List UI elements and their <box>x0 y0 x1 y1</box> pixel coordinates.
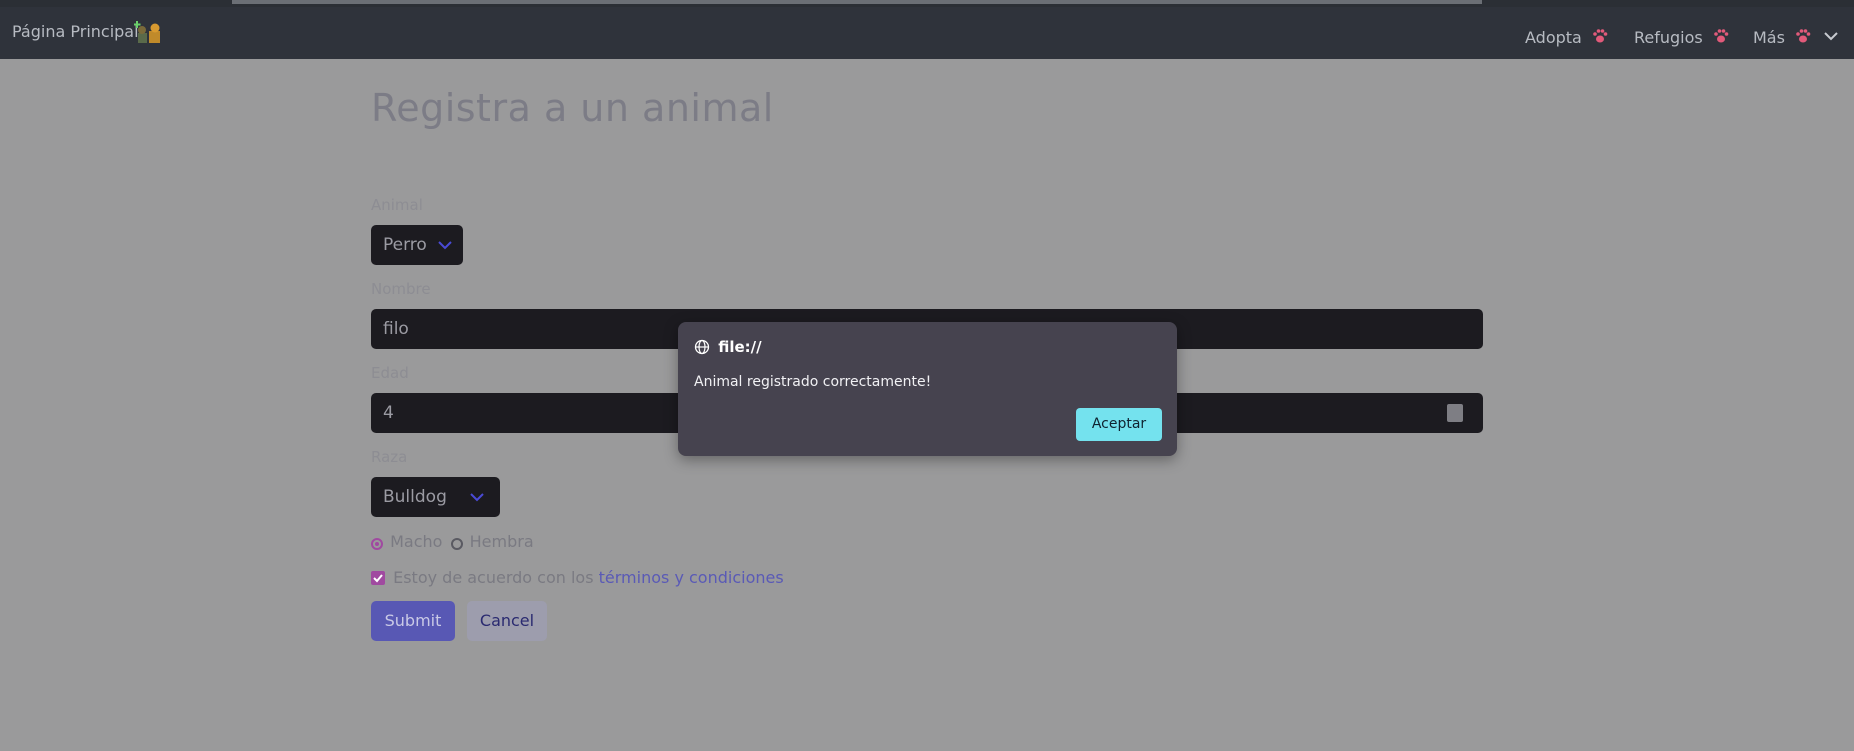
check-icon <box>373 574 383 583</box>
brand-link[interactable]: Página Principal <box>12 22 139 41</box>
dialog-origin: file:// <box>718 338 762 356</box>
nav-adopta-label: Adopta <box>1525 28 1582 47</box>
nav-mas[interactable]: Más <box>1753 27 1812 47</box>
raza-select[interactable]: Bulldog <box>371 477 500 517</box>
alert-dialog: file:// Animal registrado correctamente!… <box>678 322 1177 456</box>
chevron-down-icon <box>470 493 484 502</box>
paw-icon <box>1593 29 1608 43</box>
submit-button[interactable]: Submit <box>371 601 455 641</box>
terms-checkbox[interactable] <box>371 571 385 585</box>
animal-label: Animal <box>371 196 423 214</box>
nav-adopta[interactable]: Adopta <box>1525 27 1609 47</box>
edad-value: 4 <box>383 403 394 423</box>
chevron-down-icon <box>438 241 452 250</box>
nav-refugios[interactable]: Refugios <box>1634 27 1730 47</box>
nav-refugios-label: Refugios <box>1634 28 1703 47</box>
paw-icon <box>1796 29 1811 43</box>
dialog-title: file:// <box>694 338 762 356</box>
terms-link[interactable]: términos y condiciones <box>599 568 784 587</box>
radio-hembra[interactable] <box>450 538 463 550</box>
page-title: Registra a un animal <box>371 86 774 130</box>
cancel-button[interactable]: Cancel <box>467 601 547 641</box>
radio-hembra-label: Hembra <box>469 532 534 551</box>
radio-macho[interactable] <box>371 538 383 550</box>
nav-mas-label: Más <box>1753 28 1785 47</box>
dialog-message: Animal registrado correctamente! <box>694 374 932 390</box>
terms-text: Estoy de acuerdo con los <box>393 568 594 587</box>
accept-button[interactable]: Aceptar <box>1076 408 1162 441</box>
number-spinner[interactable] <box>1447 404 1463 422</box>
nombre-label: Nombre <box>371 280 431 298</box>
navbar: Página Principal Adopta Refugios Más <box>0 7 1854 59</box>
pets-brand-icon[interactable] <box>134 19 164 47</box>
paw-icon <box>1714 29 1729 43</box>
edad-label: Edad <box>371 364 409 382</box>
globe-icon <box>694 339 710 355</box>
radio-macho-label: Macho <box>390 532 443 551</box>
raza-label: Raza <box>371 448 408 466</box>
terms-row: Estoy de acuerdo con los términos y cond… <box>371 568 784 587</box>
animal-select-value: Perro <box>383 235 427 255</box>
browser-top-strip <box>0 0 1854 7</box>
raza-select-value: Bulldog <box>383 487 447 507</box>
animal-select[interactable]: Perro <box>371 225 463 265</box>
chevron-down-icon[interactable] <box>1822 27 1840 45</box>
sexo-radio-group: Macho Hembra <box>371 532 534 551</box>
horizontal-scrollbar[interactable] <box>232 0 1482 4</box>
